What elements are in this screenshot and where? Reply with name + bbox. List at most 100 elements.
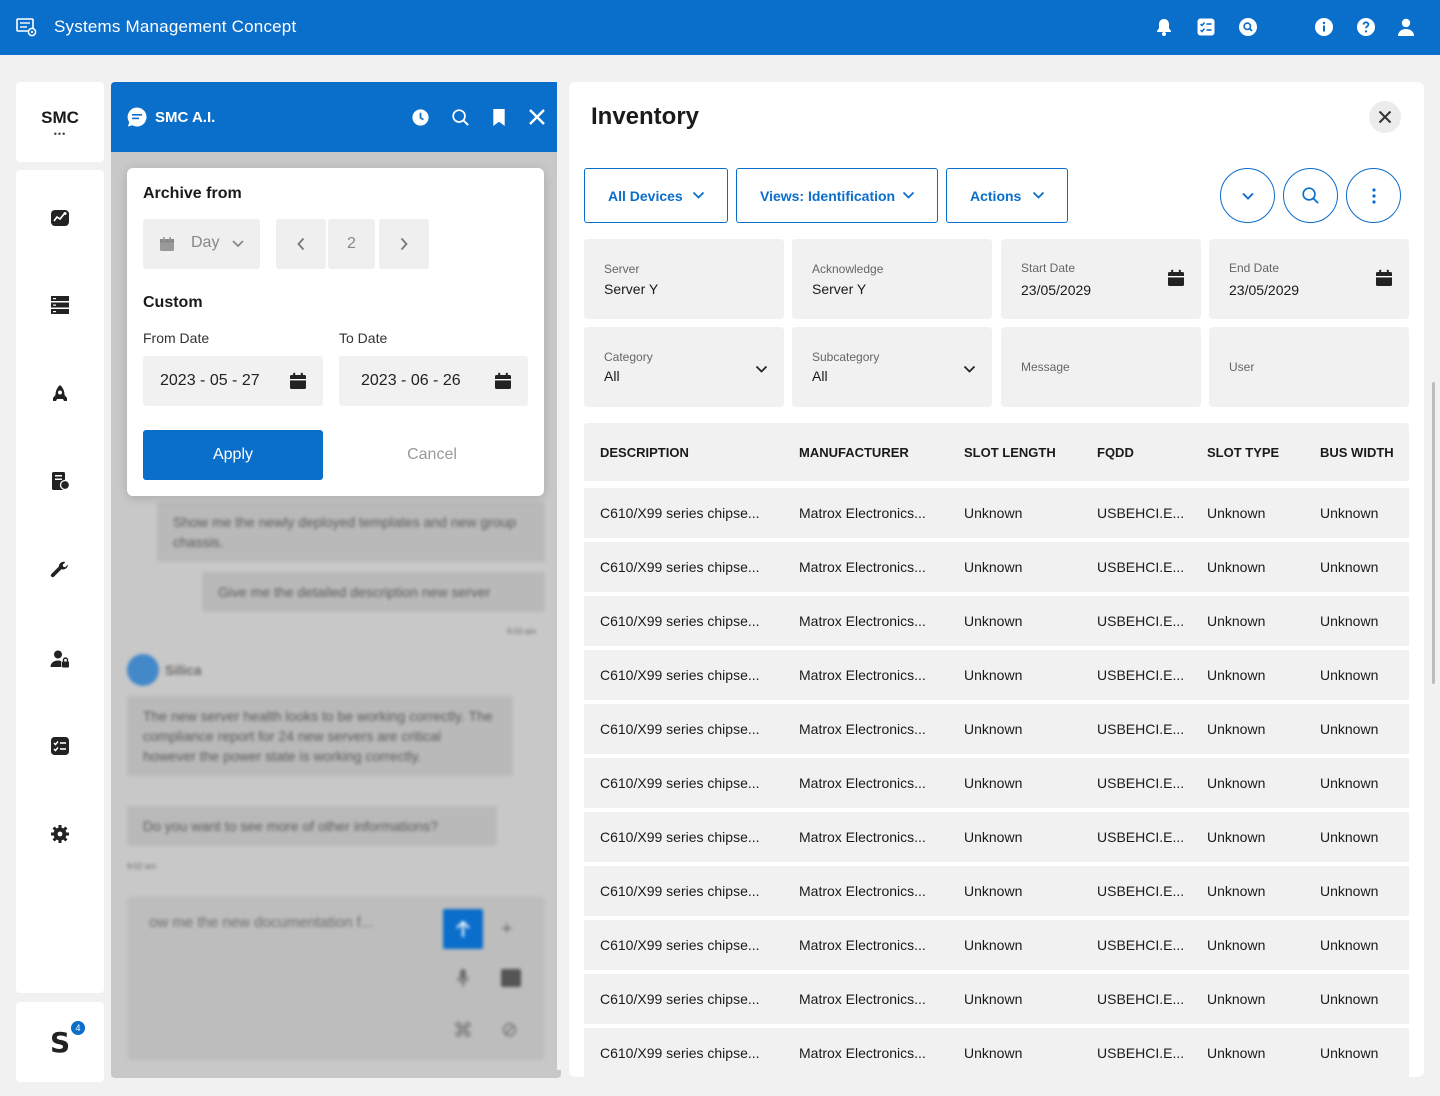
checklist-icon[interactable] (1195, 16, 1217, 38)
archive-title: Archive from (143, 185, 242, 202)
history-icon[interactable] (409, 106, 431, 128)
server-list-icon[interactable] (49, 294, 71, 316)
close-button[interactable] (1369, 101, 1401, 133)
table-cell: C610/X99 series chipse... (600, 721, 760, 737)
chat-input-area[interactable]: ow me the new documentation f... + ⌘ ⊘ (127, 896, 545, 1060)
message-field[interactable]: Message (1001, 327, 1201, 407)
search-icon[interactable] (449, 106, 471, 128)
table-cell: C610/X99 series chipse... (600, 937, 760, 953)
calendar-icon[interactable] (289, 372, 307, 390)
calendar-icon[interactable] (1167, 269, 1185, 287)
message-time: 9:02 am (127, 862, 156, 871)
tasks-icon[interactable] (49, 735, 71, 757)
bell-icon[interactable] (1153, 16, 1175, 38)
help-icon[interactable] (1355, 16, 1377, 38)
column-header[interactable]: BUS WIDTH (1320, 445, 1394, 460)
table-row[interactable]: C610/X99 series chipse... Matrox Electron… (584, 596, 1409, 646)
column-header[interactable]: MANUFACTURER (799, 445, 909, 460)
expand-button[interactable] (1220, 168, 1275, 223)
brand-tile[interactable]: SMC ••• (16, 82, 104, 162)
table-row[interactable]: C610/X99 series chipse... Matrox Electron… (584, 974, 1409, 1024)
tools-icon[interactable] (49, 559, 71, 581)
user-field[interactable]: User (1209, 327, 1409, 407)
chevron-down-icon (692, 191, 705, 199)
start-date-field[interactable]: Start Date 23/05/2029 (1001, 239, 1201, 319)
table-row[interactable]: C610/X99 series chipse... Matrox Electron… (584, 650, 1409, 700)
calendar-icon[interactable] (494, 372, 512, 390)
table-cell: USBEHCI.E... (1097, 505, 1185, 521)
cancel-button[interactable]: Cancel (352, 430, 512, 480)
more-options-button[interactable] (1346, 168, 1401, 223)
increment-button[interactable] (379, 219, 429, 269)
chat-input-text[interactable]: ow me the new documentation f... (149, 914, 373, 931)
table-cell: Unknown (1207, 937, 1266, 953)
table-cell: Unknown (1207, 667, 1266, 683)
search-circle-icon[interactable] (1237, 16, 1259, 38)
table-cell: Unknown (1207, 883, 1266, 899)
deploy-icon[interactable] (49, 383, 71, 405)
unit-value: Day (191, 234, 220, 251)
actions-dropdown[interactable]: Actions (946, 168, 1068, 223)
table-cell: Unknown (964, 613, 1023, 629)
apply-button[interactable]: Apply (143, 430, 323, 480)
from-date-input[interactable]: 2023 - 05 - 27 (143, 356, 323, 406)
microphone-icon[interactable] (457, 968, 469, 993)
end-date-field[interactable]: End Date 23/05/2029 (1209, 239, 1409, 319)
server-value: Server Y (604, 281, 659, 297)
terminal-icon[interactable] (501, 969, 521, 987)
scrollbar[interactable] (1432, 382, 1435, 684)
acknowledge-field[interactable]: Acknowledge Server Y (792, 239, 992, 319)
table-cell: Unknown (1320, 505, 1379, 521)
close-ai-icon[interactable] (526, 106, 548, 128)
documents-icon[interactable] (49, 470, 71, 492)
calendar-icon[interactable] (1375, 269, 1393, 287)
chevron-down-icon (902, 191, 915, 199)
decrement-button[interactable] (276, 219, 326, 269)
table-cell: Unknown (964, 775, 1023, 791)
count-field[interactable]: 2 (328, 219, 375, 269)
table-row[interactable]: C610/X99 series chipse... Matrox Electron… (584, 1028, 1409, 1077)
user-icon[interactable] (1395, 16, 1417, 38)
bookmark-icon[interactable] (488, 106, 510, 128)
column-header[interactable]: FQDD (1097, 445, 1134, 460)
chevron-right-icon (400, 237, 408, 251)
table-row[interactable]: C610/X99 series chipse... Matrox Electron… (584, 488, 1409, 538)
table-row[interactable]: C610/X99 series chipse... Matrox Electron… (584, 812, 1409, 862)
server-field[interactable]: Server Server Y (584, 239, 784, 319)
brand-dots: ••• (53, 129, 67, 139)
command-icon[interactable]: ⌘ (453, 1018, 473, 1043)
subcategory-select[interactable]: Subcategory All (792, 327, 992, 407)
table-row[interactable]: C610/X99 series chipse... Matrox Electron… (584, 704, 1409, 754)
table-row[interactable]: C610/X99 series chipse... Matrox Electron… (584, 758, 1409, 808)
table-cell: C610/X99 series chipse... (600, 559, 760, 575)
info-icon[interactable] (1313, 16, 1335, 38)
search-button[interactable] (1283, 168, 1338, 223)
table-cell: USBEHCI.E... (1097, 667, 1185, 683)
table-row[interactable]: C610/X99 series chipse... Matrox Electron… (584, 920, 1409, 970)
table-row[interactable]: C610/X99 series chipse... Matrox Electron… (584, 866, 1409, 916)
all-devices-dropdown[interactable]: All Devices (584, 168, 728, 223)
table-cell: Unknown (964, 721, 1023, 737)
column-header[interactable]: DESCRIPTION (600, 445, 689, 460)
table-cell: Matrox Electronics... (799, 667, 926, 683)
column-header[interactable]: SLOT TYPE (1207, 445, 1279, 460)
close-icon (1378, 110, 1392, 124)
column-header[interactable]: SLOT LENGTH (964, 445, 1056, 460)
table-row[interactable]: C610/X99 series chipse... Matrox Electron… (584, 542, 1409, 592)
all-devices-label: All Devices (608, 187, 683, 204)
table-cell: C610/X99 series chipse... (600, 613, 760, 629)
dashboard-icon[interactable] (49, 207, 71, 229)
category-select[interactable]: Category All (584, 327, 784, 407)
status-tile[interactable]: S 4 (16, 1002, 104, 1082)
table-cell: Unknown (964, 667, 1023, 683)
send-button[interactable] (443, 909, 483, 949)
settings-icon[interactable] (49, 823, 71, 845)
page-title: Inventory (591, 103, 700, 130)
to-date-input[interactable]: 2023 - 06 - 26 (339, 356, 528, 406)
unit-select[interactable]: Day (143, 219, 260, 269)
table-cell: USBEHCI.E... (1097, 613, 1185, 629)
views-dropdown[interactable]: Views: Identification (736, 168, 938, 223)
attachment-icon[interactable]: ⊘ (501, 1017, 518, 1042)
user-lock-icon[interactable] (49, 648, 71, 670)
add-icon[interactable]: + (501, 918, 513, 941)
